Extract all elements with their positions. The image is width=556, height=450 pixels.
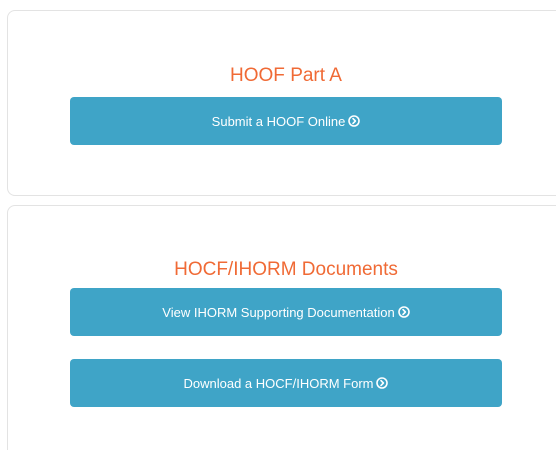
download-hocf-ihorm-form-button[interactable]: Download a HOCF/IHORM Form xyxy=(70,359,502,407)
circle-chevron-right-icon xyxy=(376,377,389,389)
download-hocf-ihorm-form-label: Download a HOCF/IHORM Form xyxy=(183,375,374,391)
submit-hoof-online-button[interactable]: Submit a HOOF Online xyxy=(70,97,502,145)
circle-chevron-right-icon xyxy=(397,306,410,318)
hocf-ihorm-documents-card: HOCF/IHORM Documents View IHORM Supporti… xyxy=(7,205,556,450)
hoof-part-a-title: HOOF Part A xyxy=(230,65,342,86)
hocf-ihorm-documents-title: HOCF/IHORM Documents xyxy=(174,259,398,280)
submit-hoof-online-label: Submit a HOOF Online xyxy=(211,113,346,129)
view-ihorm-documentation-label: View IHORM Supporting Documentation xyxy=(162,304,395,320)
view-ihorm-documentation-button[interactable]: View IHORM Supporting Documentation xyxy=(70,288,502,336)
hoof-part-a-card: HOOF Part A Submit a HOOF Online xyxy=(7,10,556,196)
circle-chevron-right-icon xyxy=(348,115,361,127)
page: HOOF Part A Submit a HOOF Online HOCF/IH… xyxy=(0,0,556,450)
